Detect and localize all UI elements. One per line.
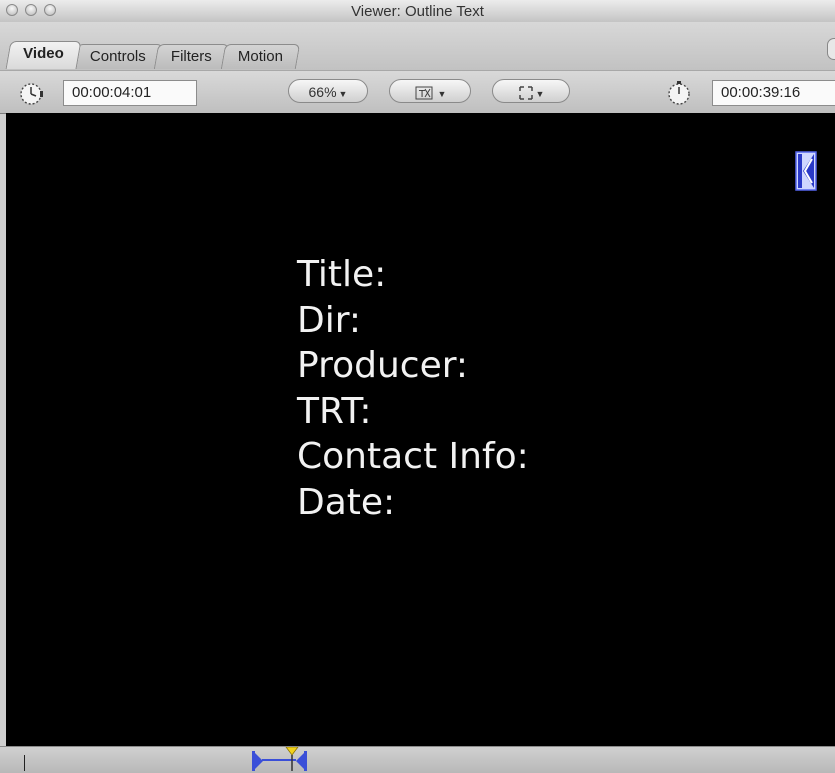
overlay-popup[interactable]: ▼ <box>492 79 570 103</box>
text-line-trt: TRT: <box>297 390 372 432</box>
zoom-popup[interactable]: 66% ▼ <box>288 79 368 103</box>
stopwatch-icon <box>668 81 690 105</box>
out-point-marker-icon <box>795 151 817 191</box>
text-line-producer: Producer: <box>297 345 469 386</box>
chevron-down-icon: ▼ <box>338 89 348 99</box>
tab-motion-label: Motion <box>238 48 284 65</box>
text-line-title: Title: <box>297 254 387 295</box>
scrubber-bar[interactable] <box>0 746 835 773</box>
chevron-down-icon: ▼ <box>535 89 545 99</box>
tab-filters[interactable]: Filters <box>154 44 230 69</box>
chevron-down-icon: ▼ <box>437 89 447 99</box>
title-bar: Viewer: Outline Text <box>0 0 835 23</box>
tab-video[interactable]: Video <box>5 41 82 69</box>
view-popup[interactable]: T ▼ <box>389 79 471 103</box>
toolbar-toggle-button[interactable] <box>827 38 835 60</box>
tab-controls[interactable]: Controls <box>72 44 163 69</box>
tab-filters-label: Filters <box>171 48 213 65</box>
text-line-dir: Dir: <box>297 299 362 341</box>
zoom-label: 66% <box>308 84 337 100</box>
text-line-date: Date: <box>297 481 396 523</box>
tab-controls-label: Controls <box>89 48 146 65</box>
scrubber-tick <box>24 755 25 771</box>
svg-text:T: T <box>418 89 426 100</box>
tab-motion[interactable]: Motion <box>221 44 301 69</box>
viewer-toolbar: 00:00:04:01 66% ▼ T ▼ ▼ 00:00:39:16 <box>0 70 835 114</box>
in-point-icon[interactable] <box>252 751 264 771</box>
out-point-icon[interactable] <box>295 751 307 771</box>
video-canvas[interactable]: Title: Dir: Producer: TRT: Contact Info:… <box>6 113 835 746</box>
frame-icon <box>518 86 533 101</box>
clock-icon <box>20 83 43 105</box>
duration-timecode-field[interactable]: 00:00:39:16 <box>712 80 835 106</box>
tab-bar: Video Controls Filters Motion <box>0 22 835 70</box>
title-safe-icon: T <box>415 86 433 100</box>
window-title: Viewer: Outline Text <box>351 3 484 20</box>
current-timecode-field[interactable]: 00:00:04:01 <box>63 80 197 106</box>
title-text-block: Title: Dir: Producer: TRT: Contact Info:… <box>297 252 529 525</box>
tab-video-label: Video <box>23 45 64 62</box>
text-line-contact-info: Contact Info: <box>297 436 529 477</box>
